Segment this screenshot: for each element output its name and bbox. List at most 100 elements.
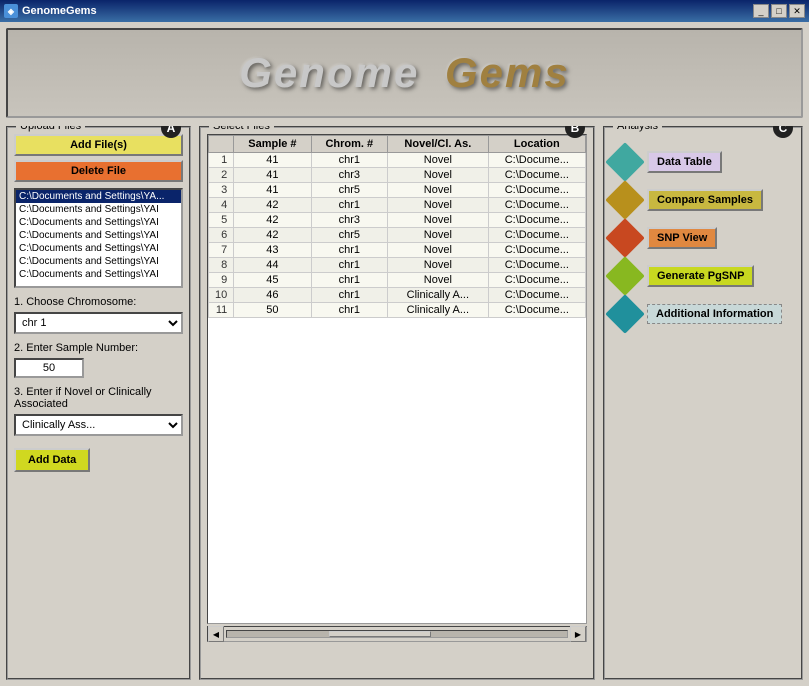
logo: Genome Gems bbox=[239, 49, 569, 97]
table-row[interactable]: 4 42 chr1 Novel C:\Docume... bbox=[209, 198, 586, 213]
title-bar-buttons: _ □ ✕ bbox=[753, 4, 805, 18]
upload-panel-label: Upload Files bbox=[16, 126, 85, 132]
minimize-button[interactable]: _ bbox=[753, 4, 769, 18]
main-content: Genome Gems Upload Files A Add File(s) D… bbox=[0, 22, 809, 686]
add-data-button[interactable]: Add Data bbox=[14, 448, 90, 472]
cell-location: C:\Docume... bbox=[488, 183, 585, 198]
cell-sample: 43 bbox=[234, 243, 311, 258]
table-row[interactable]: 10 46 chr1 Clinically A... C:\Docume... bbox=[209, 288, 586, 303]
data-table-wrapper[interactable]: Sample # Chrom. # Novel/Cl. As. Location… bbox=[207, 134, 587, 624]
compare-samples-button[interactable]: Compare Samples bbox=[647, 189, 763, 211]
chromosome-dropdown[interactable]: chr 1 chr 2 chr 3 chr 4 chr 5 bbox=[14, 312, 183, 334]
cell-novel: Novel bbox=[388, 153, 489, 168]
row-num: 11 bbox=[209, 303, 234, 318]
table-row[interactable]: 3 41 chr5 Novel C:\Docume... bbox=[209, 183, 586, 198]
close-button[interactable]: ✕ bbox=[789, 4, 805, 18]
col-header-num bbox=[209, 136, 234, 153]
cell-sample: 42 bbox=[234, 213, 311, 228]
row-num: 1 bbox=[209, 153, 234, 168]
cell-chrom: chr1 bbox=[311, 303, 388, 318]
list-item[interactable]: C:\Documents and Settings\YAI bbox=[16, 268, 181, 281]
lime-diamond-icon bbox=[605, 256, 645, 296]
scroll-thumb[interactable] bbox=[329, 631, 431, 637]
cell-chrom: chr1 bbox=[311, 273, 388, 288]
delete-file-button[interactable]: Delete File bbox=[14, 160, 183, 182]
horizontal-scrollbar[interactable]: ◀ ▶ bbox=[207, 626, 587, 642]
cell-novel: Novel bbox=[388, 198, 489, 213]
list-item[interactable]: C:\Documents and Settings\YAI bbox=[16, 255, 181, 268]
maximize-button[interactable]: □ bbox=[771, 4, 787, 18]
cell-location: C:\Docume... bbox=[488, 168, 585, 183]
add-file-button[interactable]: Add File(s) bbox=[14, 134, 183, 156]
snp-view-row: SNP View bbox=[611, 224, 795, 252]
orange-diamond-icon bbox=[605, 218, 645, 258]
compare-samples-row: Compare Samples bbox=[611, 186, 795, 214]
row-num: 4 bbox=[209, 198, 234, 213]
table-row[interactable]: 8 44 chr1 Novel C:\Docume... bbox=[209, 258, 586, 273]
row-num: 2 bbox=[209, 168, 234, 183]
scroll-track[interactable] bbox=[226, 630, 568, 638]
cell-location: C:\Docume... bbox=[488, 213, 585, 228]
cell-location: C:\Docume... bbox=[488, 198, 585, 213]
data-table: Sample # Chrom. # Novel/Cl. As. Location… bbox=[208, 135, 586, 318]
analysis-panel-badge: C bbox=[773, 126, 793, 138]
novel-label: 3. Enter if Novel or Clinically Associat… bbox=[14, 386, 183, 410]
table-row[interactable]: 6 42 chr5 Novel C:\Docume... bbox=[209, 228, 586, 243]
logo-genome: Genome bbox=[239, 49, 419, 96]
row-num: 5 bbox=[209, 213, 234, 228]
analysis-panel: Analysis C Data Table Compare Samples SN… bbox=[603, 126, 803, 680]
cell-chrom: chr3 bbox=[311, 168, 388, 183]
cell-chrom: chr1 bbox=[311, 288, 388, 303]
row-num: 9 bbox=[209, 273, 234, 288]
cyan-diamond-icon bbox=[605, 294, 645, 334]
table-row[interactable]: 5 42 chr3 Novel C:\Docume... bbox=[209, 213, 586, 228]
title-bar: ◈ GenomeGems _ □ ✕ bbox=[0, 0, 809, 22]
scroll-left-btn[interactable]: ◀ bbox=[208, 626, 224, 642]
list-item[interactable]: C:\Documents and Settings\YAI bbox=[16, 229, 181, 242]
cell-novel: Novel bbox=[388, 168, 489, 183]
cell-location: C:\Docume... bbox=[488, 288, 585, 303]
generate-pgsnp-button[interactable]: Generate PgSNP bbox=[647, 265, 754, 287]
table-row[interactable]: 9 45 chr1 Novel C:\Docume... bbox=[209, 273, 586, 288]
list-item[interactable]: C:\Documents and Settings\YA... bbox=[16, 190, 181, 203]
pgsnp-row: Generate PgSNP bbox=[611, 262, 795, 290]
additional-info-button[interactable]: Additional Information bbox=[647, 304, 782, 324]
snp-view-button[interactable]: SNP View bbox=[647, 227, 717, 249]
cell-location: C:\Docume... bbox=[488, 258, 585, 273]
cell-chrom: chr1 bbox=[311, 198, 388, 213]
novel-clinically-dropdown[interactable]: Clinically Ass... Novel bbox=[14, 414, 183, 436]
table-header-row: Sample # Chrom. # Novel/Cl. As. Location bbox=[209, 136, 586, 153]
upload-panel: Upload Files A Add File(s) Delete File C… bbox=[6, 126, 191, 680]
cell-location: C:\Docume... bbox=[488, 243, 585, 258]
cell-novel: Clinically A... bbox=[388, 288, 489, 303]
cell-sample: 46 bbox=[234, 288, 311, 303]
row-num: 6 bbox=[209, 228, 234, 243]
file-listbox[interactable]: C:\Documents and Settings\YA... C:\Docum… bbox=[14, 188, 183, 288]
list-item[interactable]: C:\Documents and Settings\YAI bbox=[16, 203, 181, 216]
logo-area: Genome Gems bbox=[6, 28, 803, 118]
list-item[interactable]: C:\Documents and Settings\YAI bbox=[16, 242, 181, 255]
col-header-location: Location bbox=[488, 136, 585, 153]
list-item[interactable]: C:\Documents and Settings\YAI bbox=[16, 216, 181, 229]
col-header-chrom: Chrom. # bbox=[311, 136, 388, 153]
cell-location: C:\Docume... bbox=[488, 228, 585, 243]
table-row[interactable]: 11 50 chr1 Clinically A... C:\Docume... bbox=[209, 303, 586, 318]
table-row[interactable]: 7 43 chr1 Novel C:\Docume... bbox=[209, 243, 586, 258]
cell-novel: Novel bbox=[388, 213, 489, 228]
cell-chrom: chr1 bbox=[311, 243, 388, 258]
cell-novel: Novel bbox=[388, 273, 489, 288]
cell-novel: Novel bbox=[388, 183, 489, 198]
analysis-buttons: Data Table Compare Samples SNP View Gene… bbox=[611, 148, 795, 328]
row-num: 8 bbox=[209, 258, 234, 273]
additional-info-row: Additional Information bbox=[611, 300, 795, 328]
table-row[interactable]: 2 41 chr3 Novel C:\Docume... bbox=[209, 168, 586, 183]
data-table-button[interactable]: Data Table bbox=[647, 151, 722, 173]
scroll-right-btn[interactable]: ▶ bbox=[570, 626, 586, 642]
sample-number-input[interactable] bbox=[14, 358, 84, 378]
teal-diamond-icon bbox=[605, 142, 645, 182]
data-table-row: Data Table bbox=[611, 148, 795, 176]
table-row[interactable]: 1 41 chr1 Novel C:\Docume... bbox=[209, 153, 586, 168]
cell-sample: 50 bbox=[234, 303, 311, 318]
cell-chrom: chr5 bbox=[311, 183, 388, 198]
row-num: 7 bbox=[209, 243, 234, 258]
